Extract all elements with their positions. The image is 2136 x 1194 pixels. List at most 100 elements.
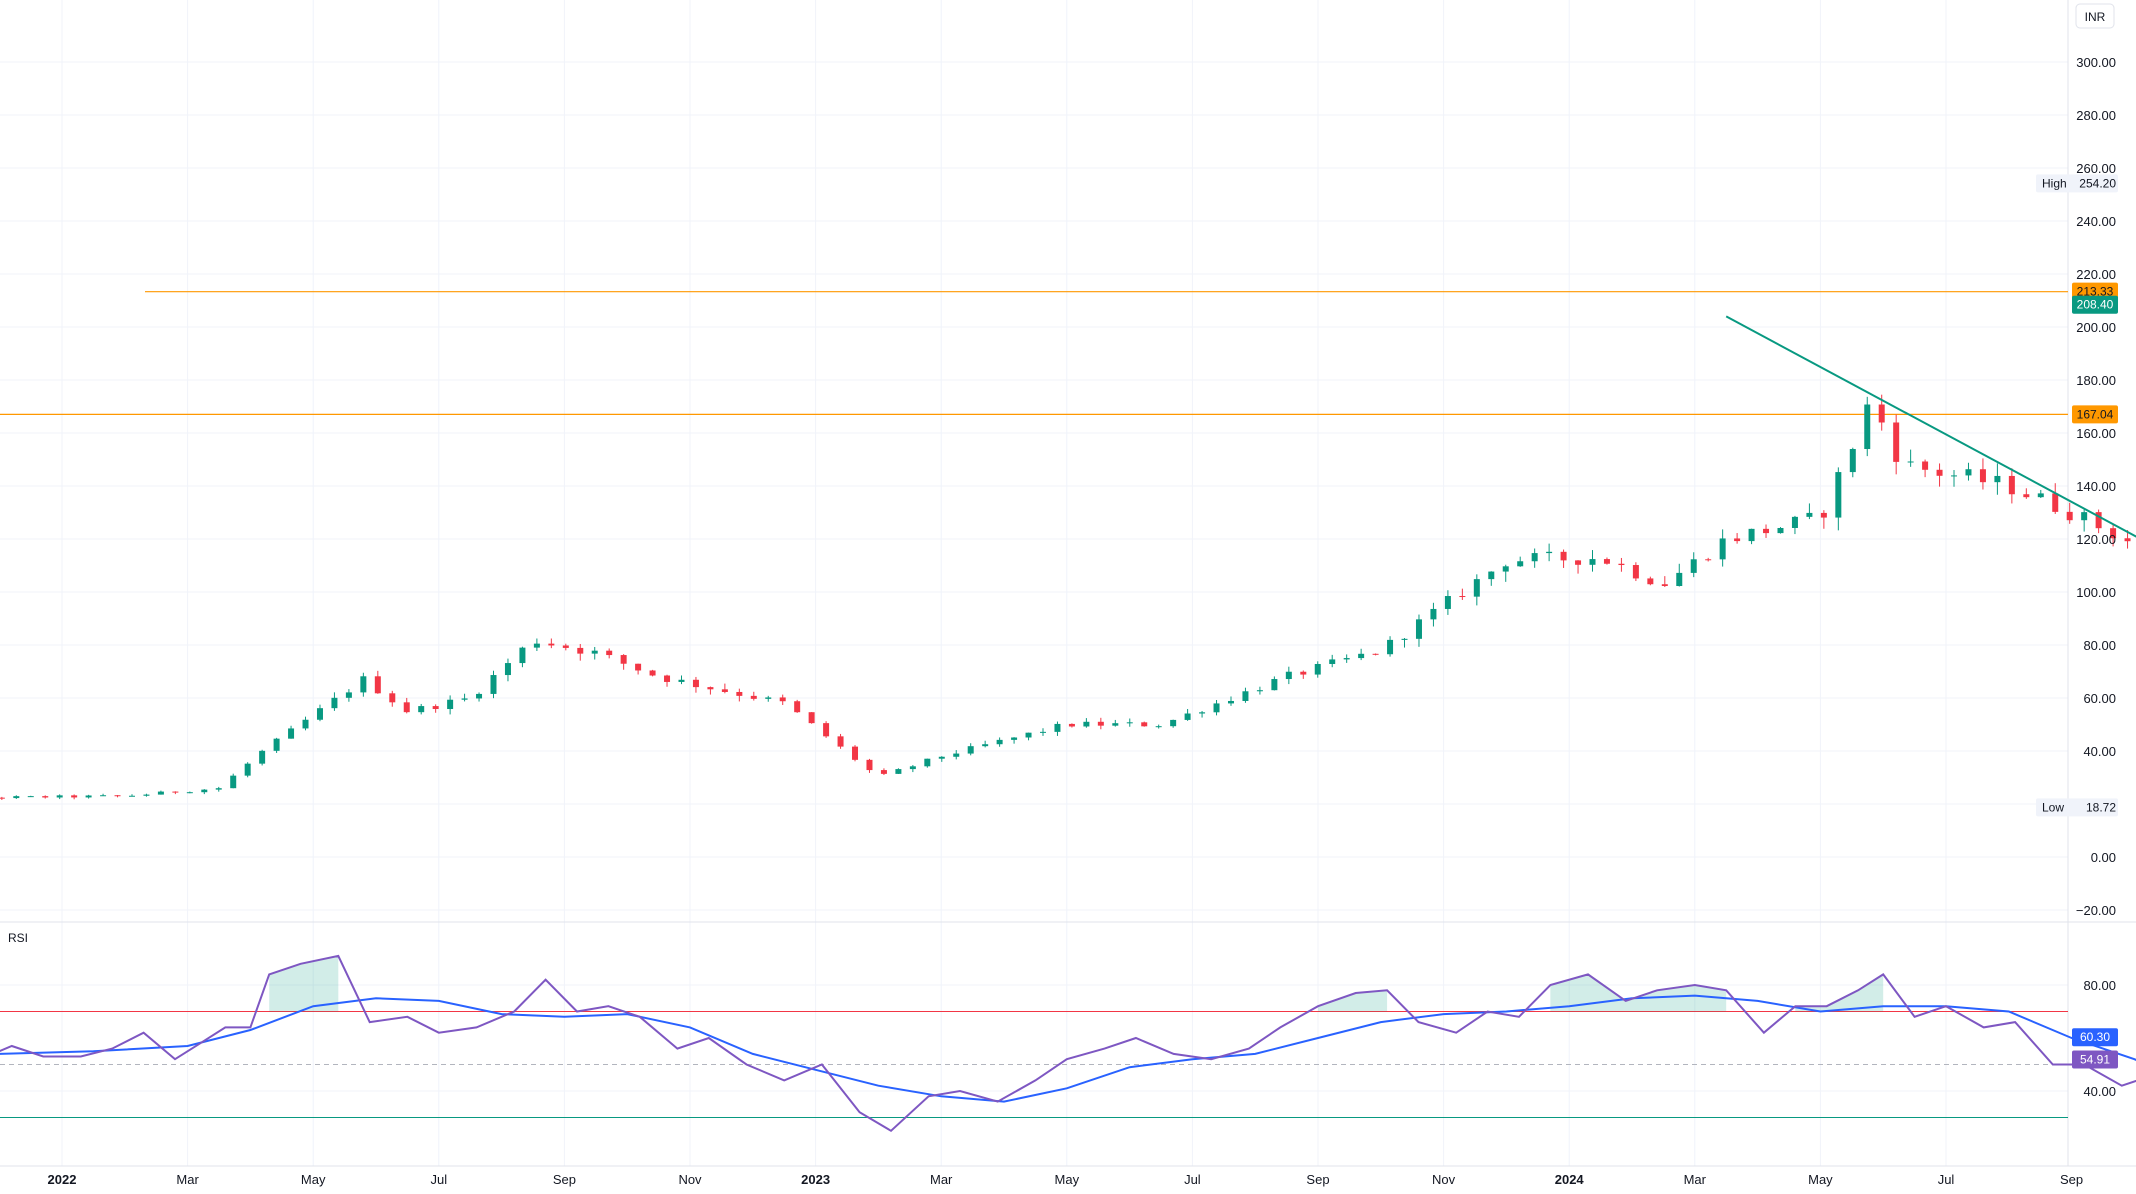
candle-down (114, 795, 121, 797)
candle-up (924, 758, 931, 767)
candle-up (2081, 512, 2088, 521)
candle-down (1763, 528, 1770, 534)
candle-down (1068, 723, 1075, 727)
high-badge-word: High (2042, 176, 2067, 190)
candle-up (982, 744, 989, 747)
time-tick-label: Sep (2060, 1172, 2083, 1187)
time-tick-label: Nov (1432, 1172, 1456, 1187)
candle-up (302, 719, 309, 729)
trend-line[interactable] (1725, 315, 2136, 687)
candle-up (186, 792, 193, 794)
candle-down (1979, 469, 1986, 483)
candle-up (230, 775, 237, 789)
candle-up (1517, 561, 1524, 567)
candle-down (880, 770, 887, 774)
candle-down (1372, 653, 1379, 655)
candle-down (808, 712, 815, 724)
candle-down (606, 650, 613, 656)
candle-up (128, 795, 135, 797)
candle-down (649, 670, 656, 676)
candle-up (1314, 663, 1321, 675)
price-tick-label: 220.00 (2076, 267, 2116, 282)
candle-down (562, 645, 569, 648)
price-tick-label: 280.00 (2076, 108, 2116, 123)
candle-up (1387, 639, 1394, 655)
time-axis[interactable]: 2022 Mar May Jul Sep Nov 2023 Mar May Jul Sep Nov 20… (48, 1172, 2084, 1187)
candle-up (1126, 722, 1133, 724)
candle-down (1878, 404, 1885, 423)
candle-down (1141, 722, 1148, 727)
candle-up (1199, 712, 1206, 714)
candle-up (504, 663, 511, 676)
candle-up (1329, 659, 1336, 664)
candle-down (42, 796, 49, 798)
candle-up (273, 738, 280, 751)
candle-up (1531, 553, 1538, 562)
candle-up (1271, 679, 1278, 691)
candle-up (1473, 579, 1480, 597)
candle-up (143, 794, 150, 796)
candle-down (1705, 559, 1712, 561)
low-badge-value: 18.72 (2086, 800, 2116, 814)
candle-up (1256, 690, 1263, 692)
candle-up (765, 697, 772, 699)
candle-up (1791, 516, 1798, 528)
candle-up (345, 692, 352, 698)
candle-down (2008, 475, 2015, 495)
rsi-title: RSI (8, 931, 28, 945)
candle-down (548, 643, 555, 646)
candle-up (100, 795, 107, 797)
time-tick-label: Mar (930, 1172, 953, 1187)
candle-up (56, 795, 63, 798)
candle-up (1864, 404, 1871, 450)
candle-down (721, 689, 728, 692)
high-badge-value: 254.20 (2079, 176, 2116, 190)
candle-up (996, 739, 1003, 745)
rsi-series (0, 954, 2136, 1133)
candle-up (895, 769, 902, 774)
candle-down (837, 736, 844, 747)
price-tick-label: 120.00 (2076, 532, 2116, 547)
candle-up (533, 643, 540, 648)
time-tick-label: Mar (176, 1172, 199, 1187)
candle-down (794, 701, 801, 713)
candle-down (866, 759, 873, 771)
time-tick-label: Mar (1684, 1172, 1707, 1187)
candle-down (1661, 584, 1668, 587)
candle-up (1994, 475, 2001, 483)
candle-up (591, 650, 598, 654)
candle-down (1893, 422, 1900, 462)
candle-up (201, 789, 208, 793)
candle-down (403, 702, 410, 713)
candle-down (389, 693, 396, 703)
time-tick-label: Nov (678, 1172, 702, 1187)
price-chart[interactable]: EEEESEEEE⚡E 300.00280.00260.00240.00220.… (0, 0, 2136, 1194)
candle-up (1184, 713, 1191, 720)
candle-up (1170, 719, 1177, 727)
currency-badge[interactable]: INR (2075, 3, 2115, 29)
candle-up (244, 763, 251, 776)
candle-down (635, 663, 642, 671)
candle-down (2066, 511, 2073, 521)
candle-down (1820, 512, 1827, 518)
candle-down (71, 795, 78, 798)
candle-down (0, 797, 5, 799)
price-tick-label: 80.00 (2083, 638, 2116, 653)
candle-down (2052, 493, 2059, 512)
candle-up (461, 698, 468, 700)
trend-lines[interactable] (1725, 120, 2136, 687)
candle-up (2037, 493, 2044, 498)
candle-down (1097, 721, 1104, 726)
candle-down (1922, 461, 1929, 470)
candle-down (374, 676, 381, 694)
candle-down (1459, 596, 1466, 598)
currency-label: INR (2085, 10, 2106, 24)
candle-up (331, 697, 338, 709)
candle-up (519, 647, 526, 664)
time-tick-label: Jul (430, 1172, 447, 1187)
candle-up (1849, 449, 1856, 473)
rsi-ma-value-badge: 60.30 (2080, 1030, 2110, 1044)
time-tick-label: 2022 (48, 1172, 77, 1187)
candle-down (2124, 538, 2131, 542)
candle-up (259, 750, 266, 764)
